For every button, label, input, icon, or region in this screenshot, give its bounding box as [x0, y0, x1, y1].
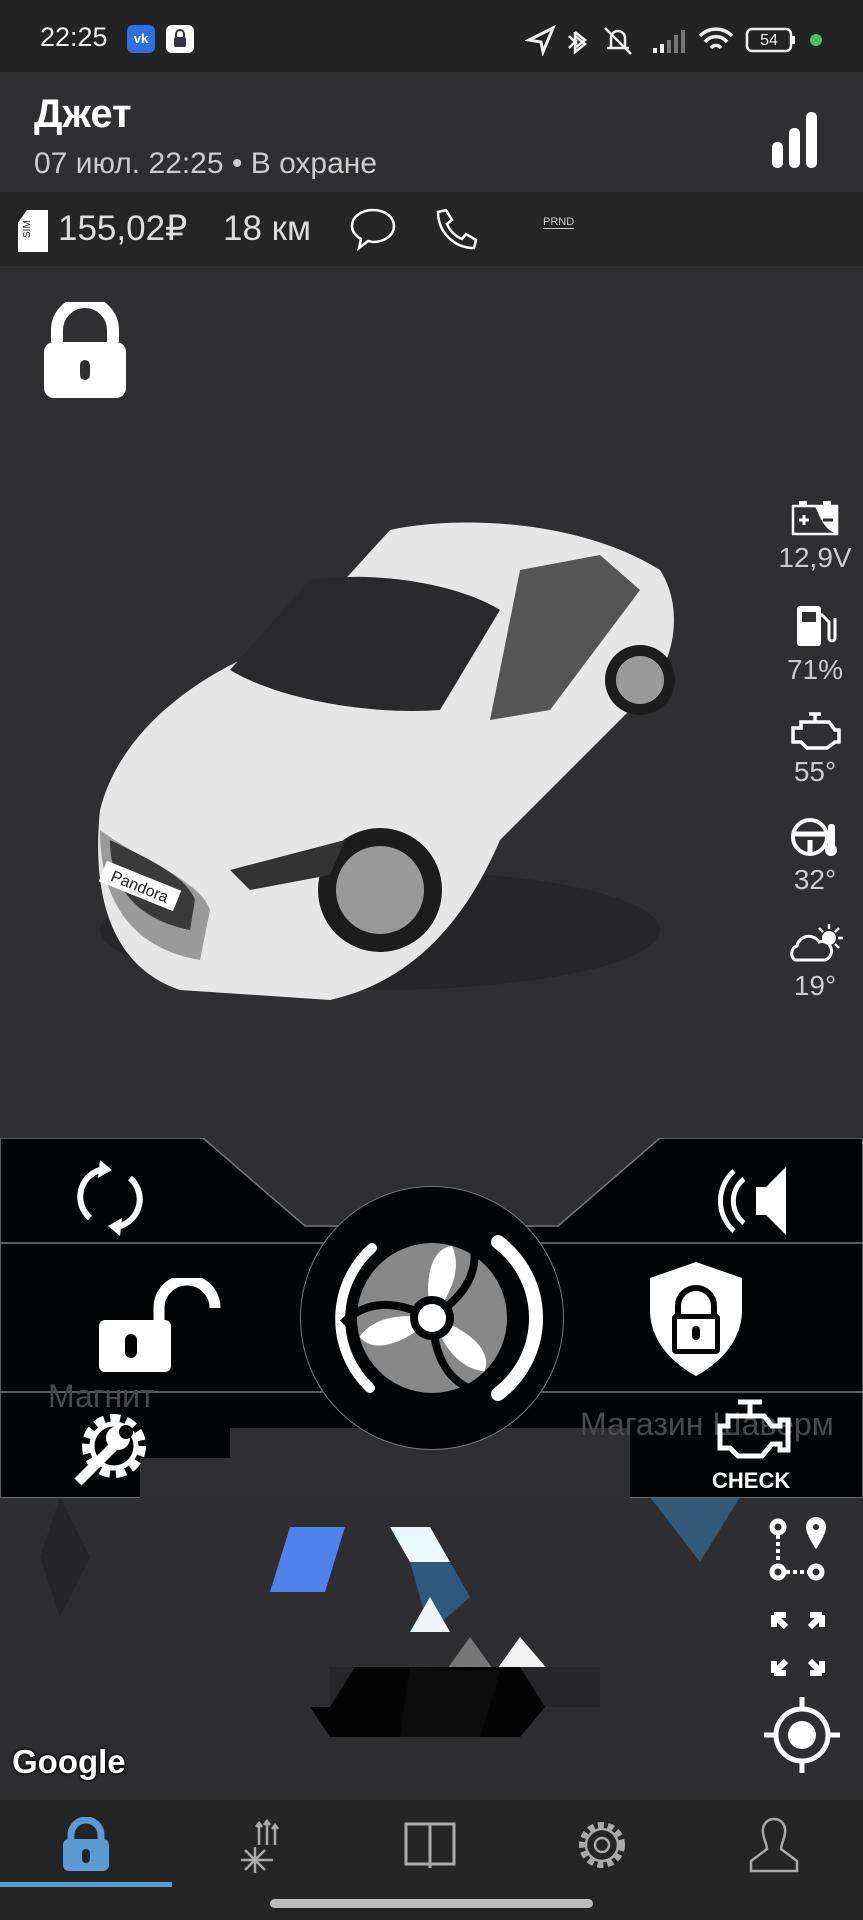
profile-icon	[749, 1817, 799, 1873]
lock-closed-icon[interactable]	[42, 302, 128, 400]
refresh-button[interactable]	[70, 1158, 150, 1238]
status-bar: 22:25 vk 54	[0, 0, 863, 72]
map-tiles	[40, 1497, 740, 1737]
tab-settings[interactable]	[516, 1800, 688, 1890]
phone-icon[interactable]	[430, 206, 480, 256]
car-name: Джет	[34, 92, 132, 136]
stat-fuel: 71%	[765, 604, 863, 686]
sim-balance[interactable]: 155,02₽	[58, 209, 187, 249]
unlock-button[interactable]	[95, 1278, 235, 1378]
vk-icon: vk	[127, 25, 155, 53]
header: Джет 07 июл. 22:25 • В охране	[0, 72, 863, 192]
expand-icon[interactable]	[768, 1609, 828, 1679]
battery-icon	[791, 501, 839, 536]
signal-icon	[653, 30, 685, 53]
gearbox-icon[interactable]: PRND	[543, 216, 575, 229]
book-icon	[404, 1822, 456, 1868]
stat-battery: 12,9V	[765, 500, 863, 574]
car-image: Pandora	[98, 522, 675, 1000]
control-panel: Магнит Магазин Шаверм CHECK	[0, 1138, 863, 1498]
location-icon	[525, 24, 556, 56]
message-icon[interactable]	[348, 206, 398, 256]
steering-temp-icon	[791, 818, 837, 856]
climate-icon	[241, 1818, 279, 1873]
privacy-dot	[810, 34, 822, 46]
stat-cabin-temp: 32°	[765, 816, 863, 896]
lock-icon	[63, 1817, 109, 1871]
outside-temp: 19°	[793, 970, 837, 1001]
status-time: 22:25	[40, 22, 108, 52]
engine-temp: 55°	[793, 756, 837, 787]
battery-voltage: 12,9V	[778, 542, 852, 573]
tab-book[interactable]	[344, 1800, 516, 1890]
fan-start-button[interactable]	[300, 1186, 564, 1450]
tab-climate[interactable]	[172, 1800, 344, 1890]
my-location-icon[interactable]	[764, 1697, 840, 1773]
service-button[interactable]	[68, 1406, 152, 1490]
gear-icon	[579, 1822, 625, 1868]
cabin-temp: 32°	[793, 864, 837, 895]
stat-engine-temp: 55°	[765, 712, 863, 788]
mute-icon	[604, 27, 632, 55]
bottom-nav	[0, 1800, 863, 1920]
google-attribution: Google	[12, 1743, 126, 1780]
check-engine-button[interactable]	[710, 1398, 794, 1464]
check-label: CHECK	[712, 1468, 791, 1493]
fuel-icon	[797, 606, 837, 646]
distance: 18 км	[223, 209, 312, 248]
info-bar: SIM 155,02₽ 18 км PRND	[0, 192, 863, 266]
signal-bars-icon[interactable]	[770, 112, 820, 170]
wifi-icon	[698, 27, 734, 50]
map[interactable]: Google	[0, 1497, 863, 1800]
fuel-level: 71%	[786, 654, 844, 685]
sim-label: SIM	[22, 220, 33, 238]
lock-app-icon	[166, 25, 194, 53]
bluetooth-icon	[568, 31, 588, 55]
stat-outside-temp: 19°	[765, 922, 863, 1002]
tab-lock[interactable]	[0, 1800, 172, 1890]
gesture-bar[interactable]	[270, 1899, 593, 1908]
weather-icon	[790, 924, 843, 962]
route-icon[interactable]	[768, 1517, 828, 1587]
arm-button[interactable]	[648, 1260, 744, 1378]
car-status: 07 июл. 22:25 • В охране	[34, 147, 378, 180]
fan-icon	[335, 1235, 543, 1401]
active-tab-indicator	[0, 1882, 172, 1887]
map-label: Магазин Шаверм	[580, 1406, 834, 1442]
siren-button[interactable]	[712, 1163, 796, 1239]
engine-icon	[791, 712, 841, 750]
battery-level: 54	[760, 32, 778, 49]
tab-profile[interactable]	[688, 1800, 860, 1890]
